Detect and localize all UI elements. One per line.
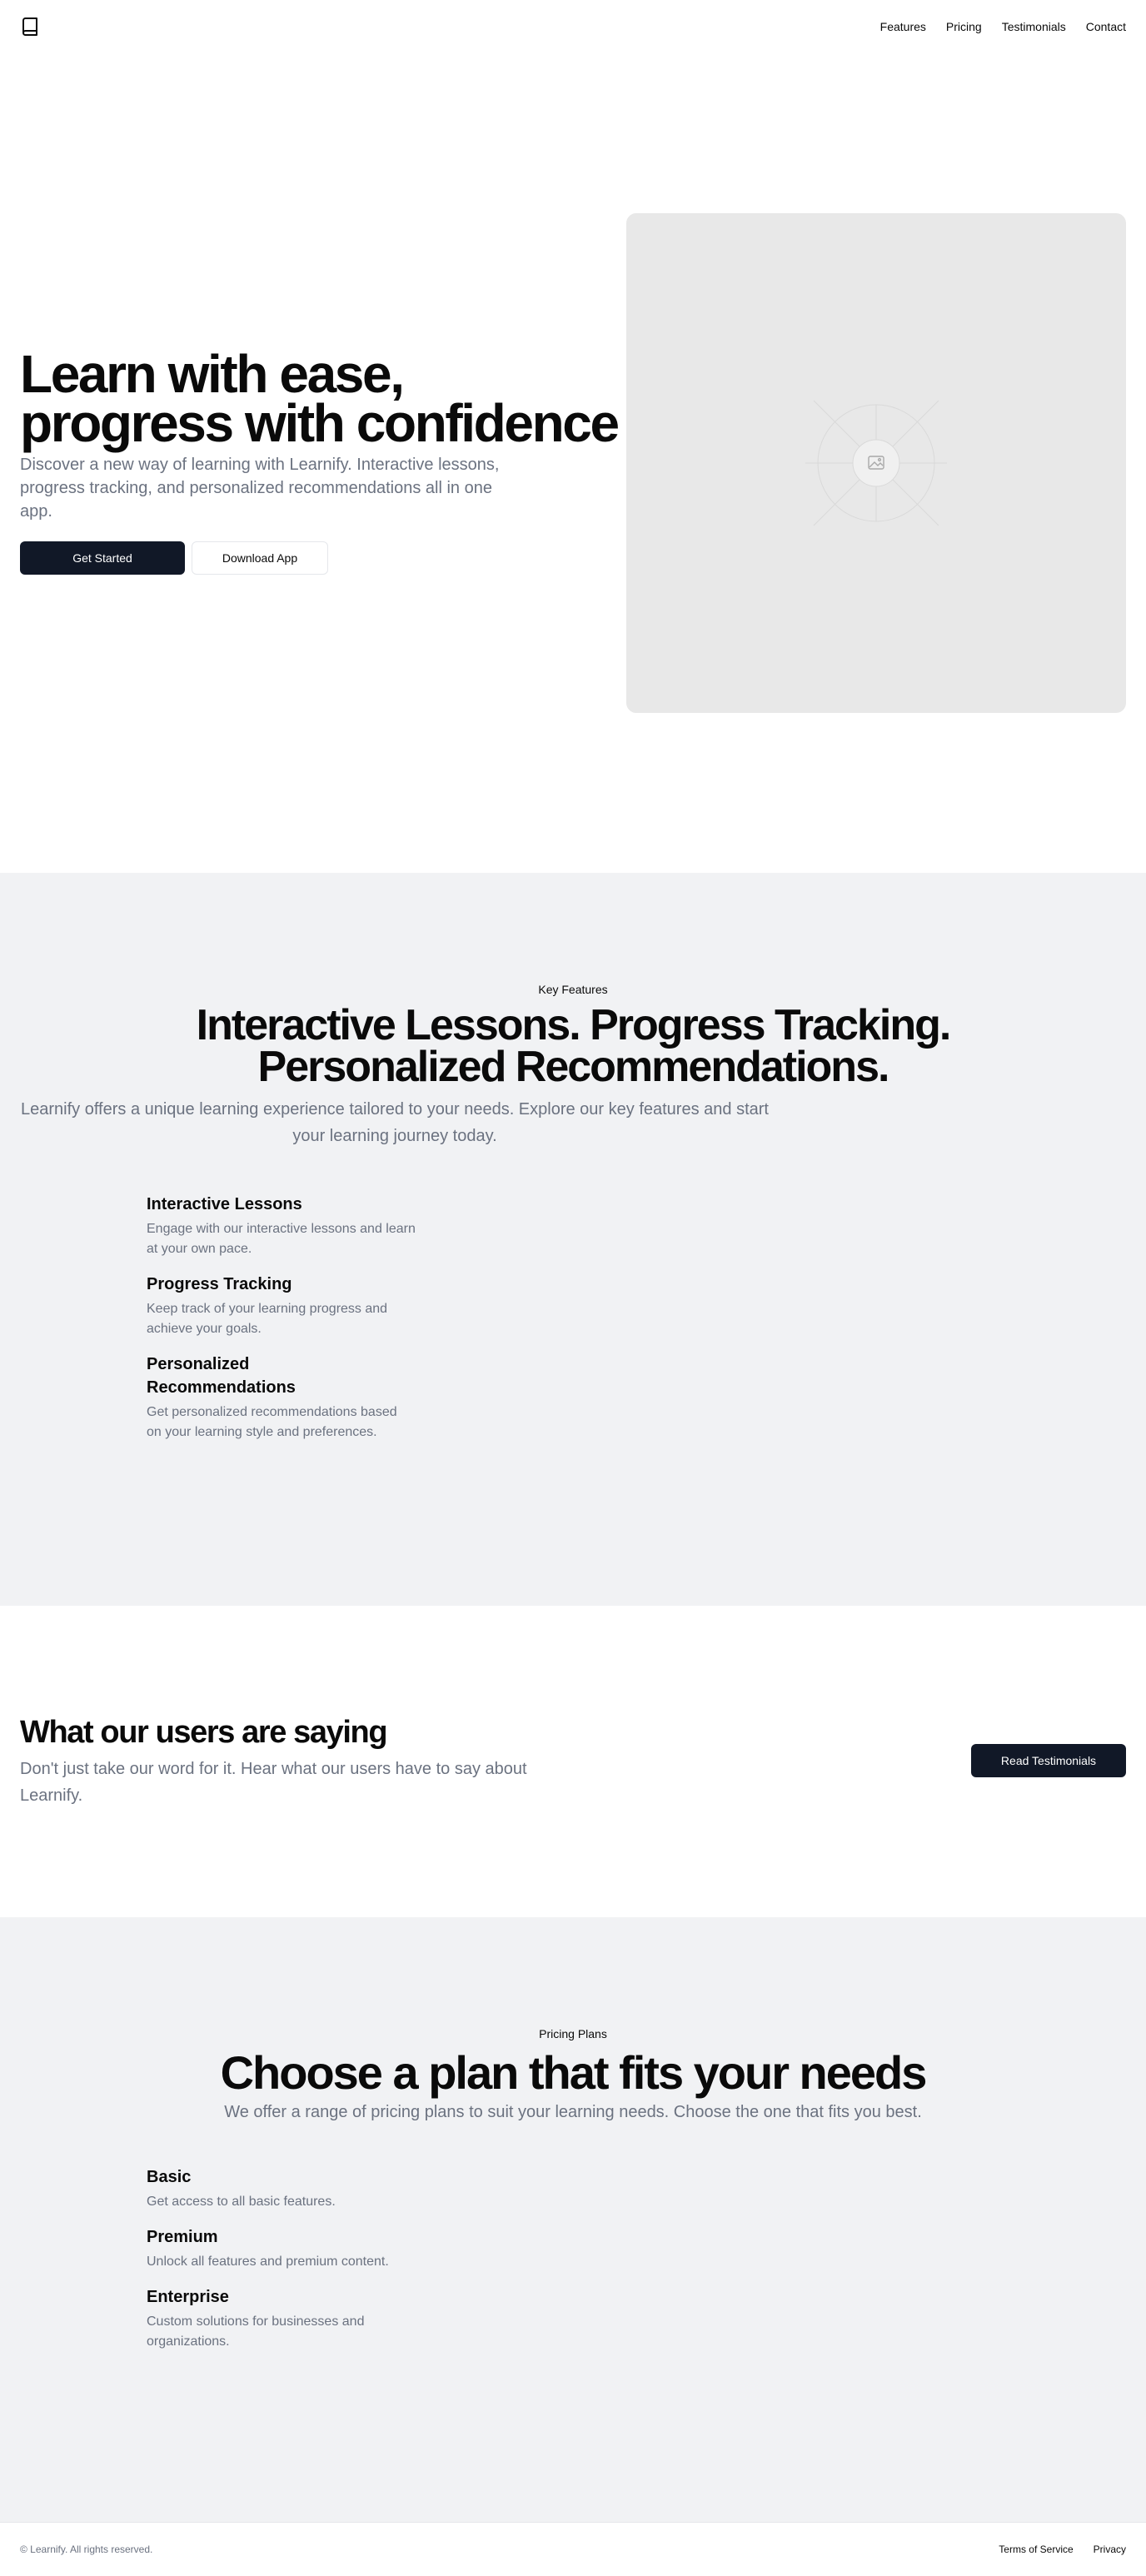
- plan-description: Get access to all basic features.: [147, 2195, 336, 2209]
- terms-of-service-link[interactable]: Terms of Service: [999, 2544, 1073, 2555]
- hero-subtitle: Discover a new way of learning with Lear…: [20, 456, 500, 521]
- privacy-link[interactable]: Privacy: [1094, 2544, 1126, 2555]
- feature-list: Interactive Lessons Engage with our inte…: [147, 1193, 421, 1456]
- pricing-eyebrow: Pricing Plans: [539, 2027, 607, 2040]
- image-placeholder-icon: [805, 400, 947, 526]
- features-title: Interactive Lessons. Progress Tracking. …: [196, 1001, 952, 1091]
- read-testimonials-button[interactable]: Read Testimonials: [971, 1744, 1126, 1777]
- hero-title-line2: progress with confidence: [20, 393, 620, 453]
- feature-description: Engage with our interactive lessons and …: [147, 1222, 416, 1256]
- hero-text: Learn with ease, progress with confidenc…: [20, 347, 620, 523]
- plan-item: Basic Get access to all basic features.: [147, 2165, 421, 2212]
- features-section: Key Features Interactive Lessons. Progre…: [0, 873, 1146, 1606]
- plan-description: Custom solutions for businesses and orga…: [147, 2314, 365, 2349]
- pricing-title: Choose a plan that fits your needs: [220, 2046, 928, 2099]
- feature-description: Get personalized recommendations based o…: [147, 1405, 397, 1439]
- feature-title: Personalized Recommendations: [147, 1355, 296, 1397]
- plan-item: Premium Unlock all features and premium …: [147, 2225, 396, 2272]
- nav-link-contact[interactable]: Contact: [1086, 20, 1126, 33]
- feature-description: Keep track of your learning progress and…: [147, 1302, 388, 1336]
- plan-list: Basic Get access to all basic features. …: [147, 2165, 421, 2365]
- testimonials-subtitle: Don't just take our word for it. Hear wh…: [20, 1760, 527, 1805]
- testimonials-title: What our users are saying: [20, 1715, 388, 1750]
- nav-link-testimonials[interactable]: Testimonials: [1002, 20, 1066, 33]
- pricing-subtitle: We offer a range of pricing plans to sui…: [224, 2103, 922, 2121]
- hero-title: Learn with ease, progress with confidenc…: [20, 347, 620, 450]
- testimonials-section: What our users are saying Don't just tak…: [0, 1606, 1146, 1917]
- copyright-text: © Learnify. All rights reserved.: [20, 2544, 153, 2555]
- plan-title: Premium: [147, 2228, 218, 2246]
- book-icon[interactable]: [20, 17, 40, 37]
- footer-nav: Terms of Service Privacy: [999, 2544, 1126, 2555]
- download-app-button[interactable]: Download App: [192, 541, 328, 575]
- plan-description: Unlock all features and premium content.: [147, 2255, 389, 2269]
- site-header: Features Pricing Testimonials Contact: [0, 0, 1146, 53]
- plan-title: Enterprise: [147, 2288, 229, 2306]
- feature-item: Interactive Lessons Engage with our inte…: [147, 1193, 421, 1259]
- main-nav: Features Pricing Testimonials Contact: [880, 20, 1126, 33]
- pricing-section: Pricing Plans Choose a plan that fits yo…: [0, 1917, 1146, 2522]
- plan-title: Basic: [147, 2168, 192, 2186]
- hero-buttons: Get Started Download App: [20, 541, 328, 575]
- plan-item: Enterprise Custom solutions for business…: [147, 2285, 421, 2352]
- hero-section: Learn with ease, progress with confidenc…: [0, 53, 1146, 873]
- features-eyebrow: Key Features: [538, 983, 608, 996]
- feature-title: Interactive Lessons: [147, 1195, 302, 1213]
- site-footer: © Learnify. All rights reserved. Terms o…: [0, 2522, 1146, 2576]
- features-subtitle: Learnify offers a unique learning experi…: [21, 1100, 769, 1145]
- feature-title: Progress Tracking: [147, 1275, 292, 1293]
- get-started-button[interactable]: Get Started: [20, 541, 185, 575]
- nav-link-pricing[interactable]: Pricing: [946, 20, 982, 33]
- hero-image: [626, 213, 1126, 713]
- feature-item: Progress Tracking Keep track of your lea…: [147, 1273, 421, 1339]
- feature-item: Personalized Recommendations Get persona…: [147, 1353, 405, 1442]
- nav-link-features[interactable]: Features: [880, 20, 926, 33]
